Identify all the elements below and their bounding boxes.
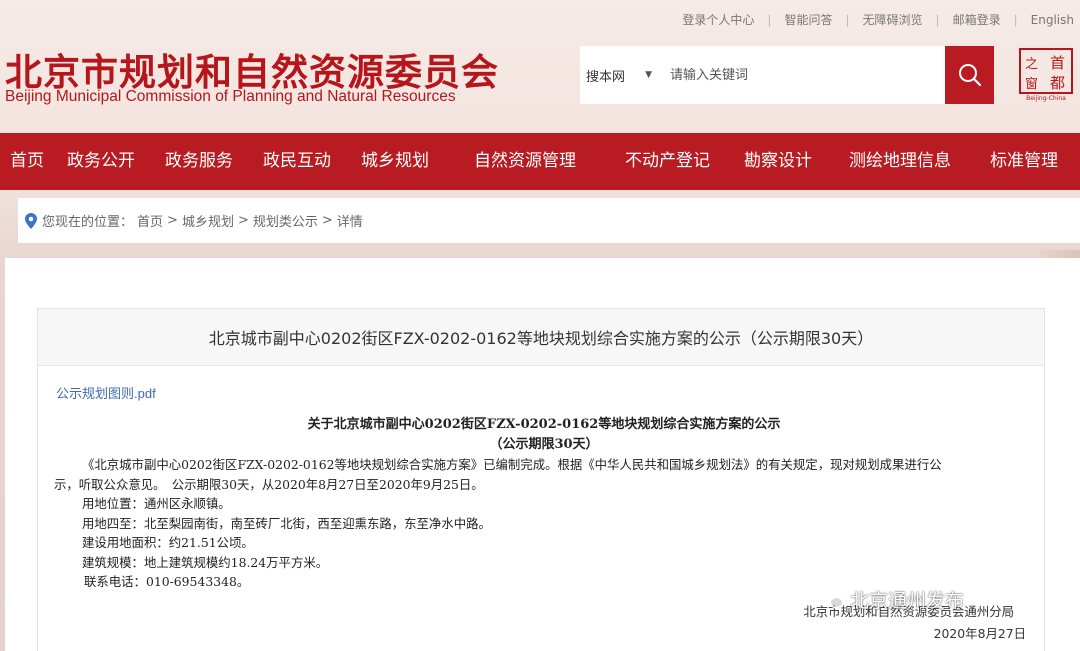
nav-item-survey-design[interactable]: 勘察设计 (744, 133, 812, 190)
search-scope-select[interactable]: 搜本网 ▼ (580, 66, 660, 85)
notice-date: 2020年8月27日 (933, 626, 1026, 641)
nav-item-gov-services[interactable]: 政务服务 (165, 133, 233, 190)
notice-title-sub: （公示期限30天） (489, 437, 599, 452)
breadcrumb-prefix: 您现在的位置： (42, 215, 134, 230)
caret-down-icon: ▼ (645, 70, 652, 80)
top-link-login[interactable]: 登录个人中心 (669, 11, 767, 28)
top-link-accessibility[interactable]: 无障碍浏览 (850, 11, 936, 28)
watermark: 北京通州发布 (822, 586, 964, 613)
top-links: 登录个人中心 | 智能问答 | 无障碍浏览 | 邮箱登录 | English (669, 11, 1074, 28)
notice-scale: 建筑规模：地上建筑规模约18.24万平方米。 (82, 554, 329, 570)
wechat-icon (822, 590, 844, 608)
notice-area: 建设用地面积：约21.51公顷。 (82, 535, 254, 550)
nav-item-home[interactable]: 首页 (10, 133, 44, 190)
top-link-english[interactable]: English (1018, 13, 1074, 27)
logo-char: 之 (1025, 57, 1038, 72)
notice-paragraph: 《北京城市副中心0202街区FZX-0202-0162等地块规划综合实施方案》已… (82, 457, 942, 472)
search-input[interactable] (660, 46, 945, 104)
watermark-text: 北京通州发布 (850, 590, 965, 612)
notice-boundaries: 用地四至：北至梨园南街，南至砖厂北街，西至迎熏东路，东至净水中路。 (82, 515, 491, 531)
article-heading: 北京城市副中心0202街区FZX-0202-0162等地块规划综合实施方案的公示… (38, 309, 1044, 366)
notice-location: 用地位置：通州区永顺镇。 (82, 496, 231, 511)
breadcrumb-item-planning[interactable]: 城乡规划 (182, 211, 234, 230)
location-pin-icon (25, 212, 37, 229)
logo-char: 窗 (1025, 76, 1038, 92)
nav-item-real-estate[interactable]: 不动产登记 (625, 133, 710, 190)
breadcrumb-separator: > (167, 213, 178, 228)
top-link-qa[interactable]: 智能问答 (771, 11, 845, 28)
breadcrumb-item-home[interactable]: 首页 (137, 211, 163, 230)
search-button[interactable] (945, 46, 994, 104)
search-bar: 搜本网 ▼ (580, 46, 994, 104)
breadcrumb-separator: > (321, 213, 333, 228)
site-subtitle: Beijing Municipal Commission of Planning… (5, 88, 456, 105)
search-icon (958, 64, 981, 87)
breadcrumb-separator: > (237, 213, 249, 228)
nav-item-standards[interactable]: 标准管理 (990, 133, 1058, 190)
top-link-email[interactable]: 邮箱登录 (940, 11, 1014, 28)
nav-item-gov-affairs[interactable]: 政务公开 (67, 133, 135, 190)
notice-paragraph-cont: 示，听取公众意见。 公示期限30天，从2020年8月27日至2020年9月25日… (54, 476, 484, 492)
notice-title: 关于北京城市副中心0202街区FZX-0202-0162等地块规划综合实施方案的… (307, 417, 781, 432)
notice-document: 关于北京城市副中心0202街区FZX-0202-0162等地块规划综合实施方案的… (54, 415, 1034, 592)
breadcrumb: 您现在的位置： 首页 > 城乡规划 > 规划类公示 > 详情 (18, 198, 1080, 243)
nav-item-interaction[interactable]: 政民互动 (263, 133, 331, 190)
site-header: 登录个人中心 | 智能问答 | 无障碍浏览 | 邮箱登录 | English 北… (0, 0, 1080, 133)
attachment-link[interactable]: 公示规划图则.pdf (56, 383, 156, 402)
logo-char: 首 (1050, 54, 1065, 72)
main-nav: 首页 政务公开 政务服务 政民互动 城乡规划 自然资源管理 不动产登记 勘察设计… (0, 133, 1080, 190)
nav-item-natural-resources[interactable]: 自然资源管理 (474, 133, 576, 190)
breadcrumb-item-notices[interactable]: 规划类公示 (253, 211, 318, 230)
logo-caption: Beijing-China (1026, 95, 1066, 102)
search-scope-label: 搜本网 (586, 69, 626, 85)
breadcrumb-item-detail: 详情 (336, 215, 363, 230)
nav-item-mapping[interactable]: 测绘地理信息 (849, 133, 951, 190)
nav-item-urban-planning[interactable]: 城乡规划 (361, 133, 429, 190)
logo-char: 都 (1050, 74, 1065, 92)
